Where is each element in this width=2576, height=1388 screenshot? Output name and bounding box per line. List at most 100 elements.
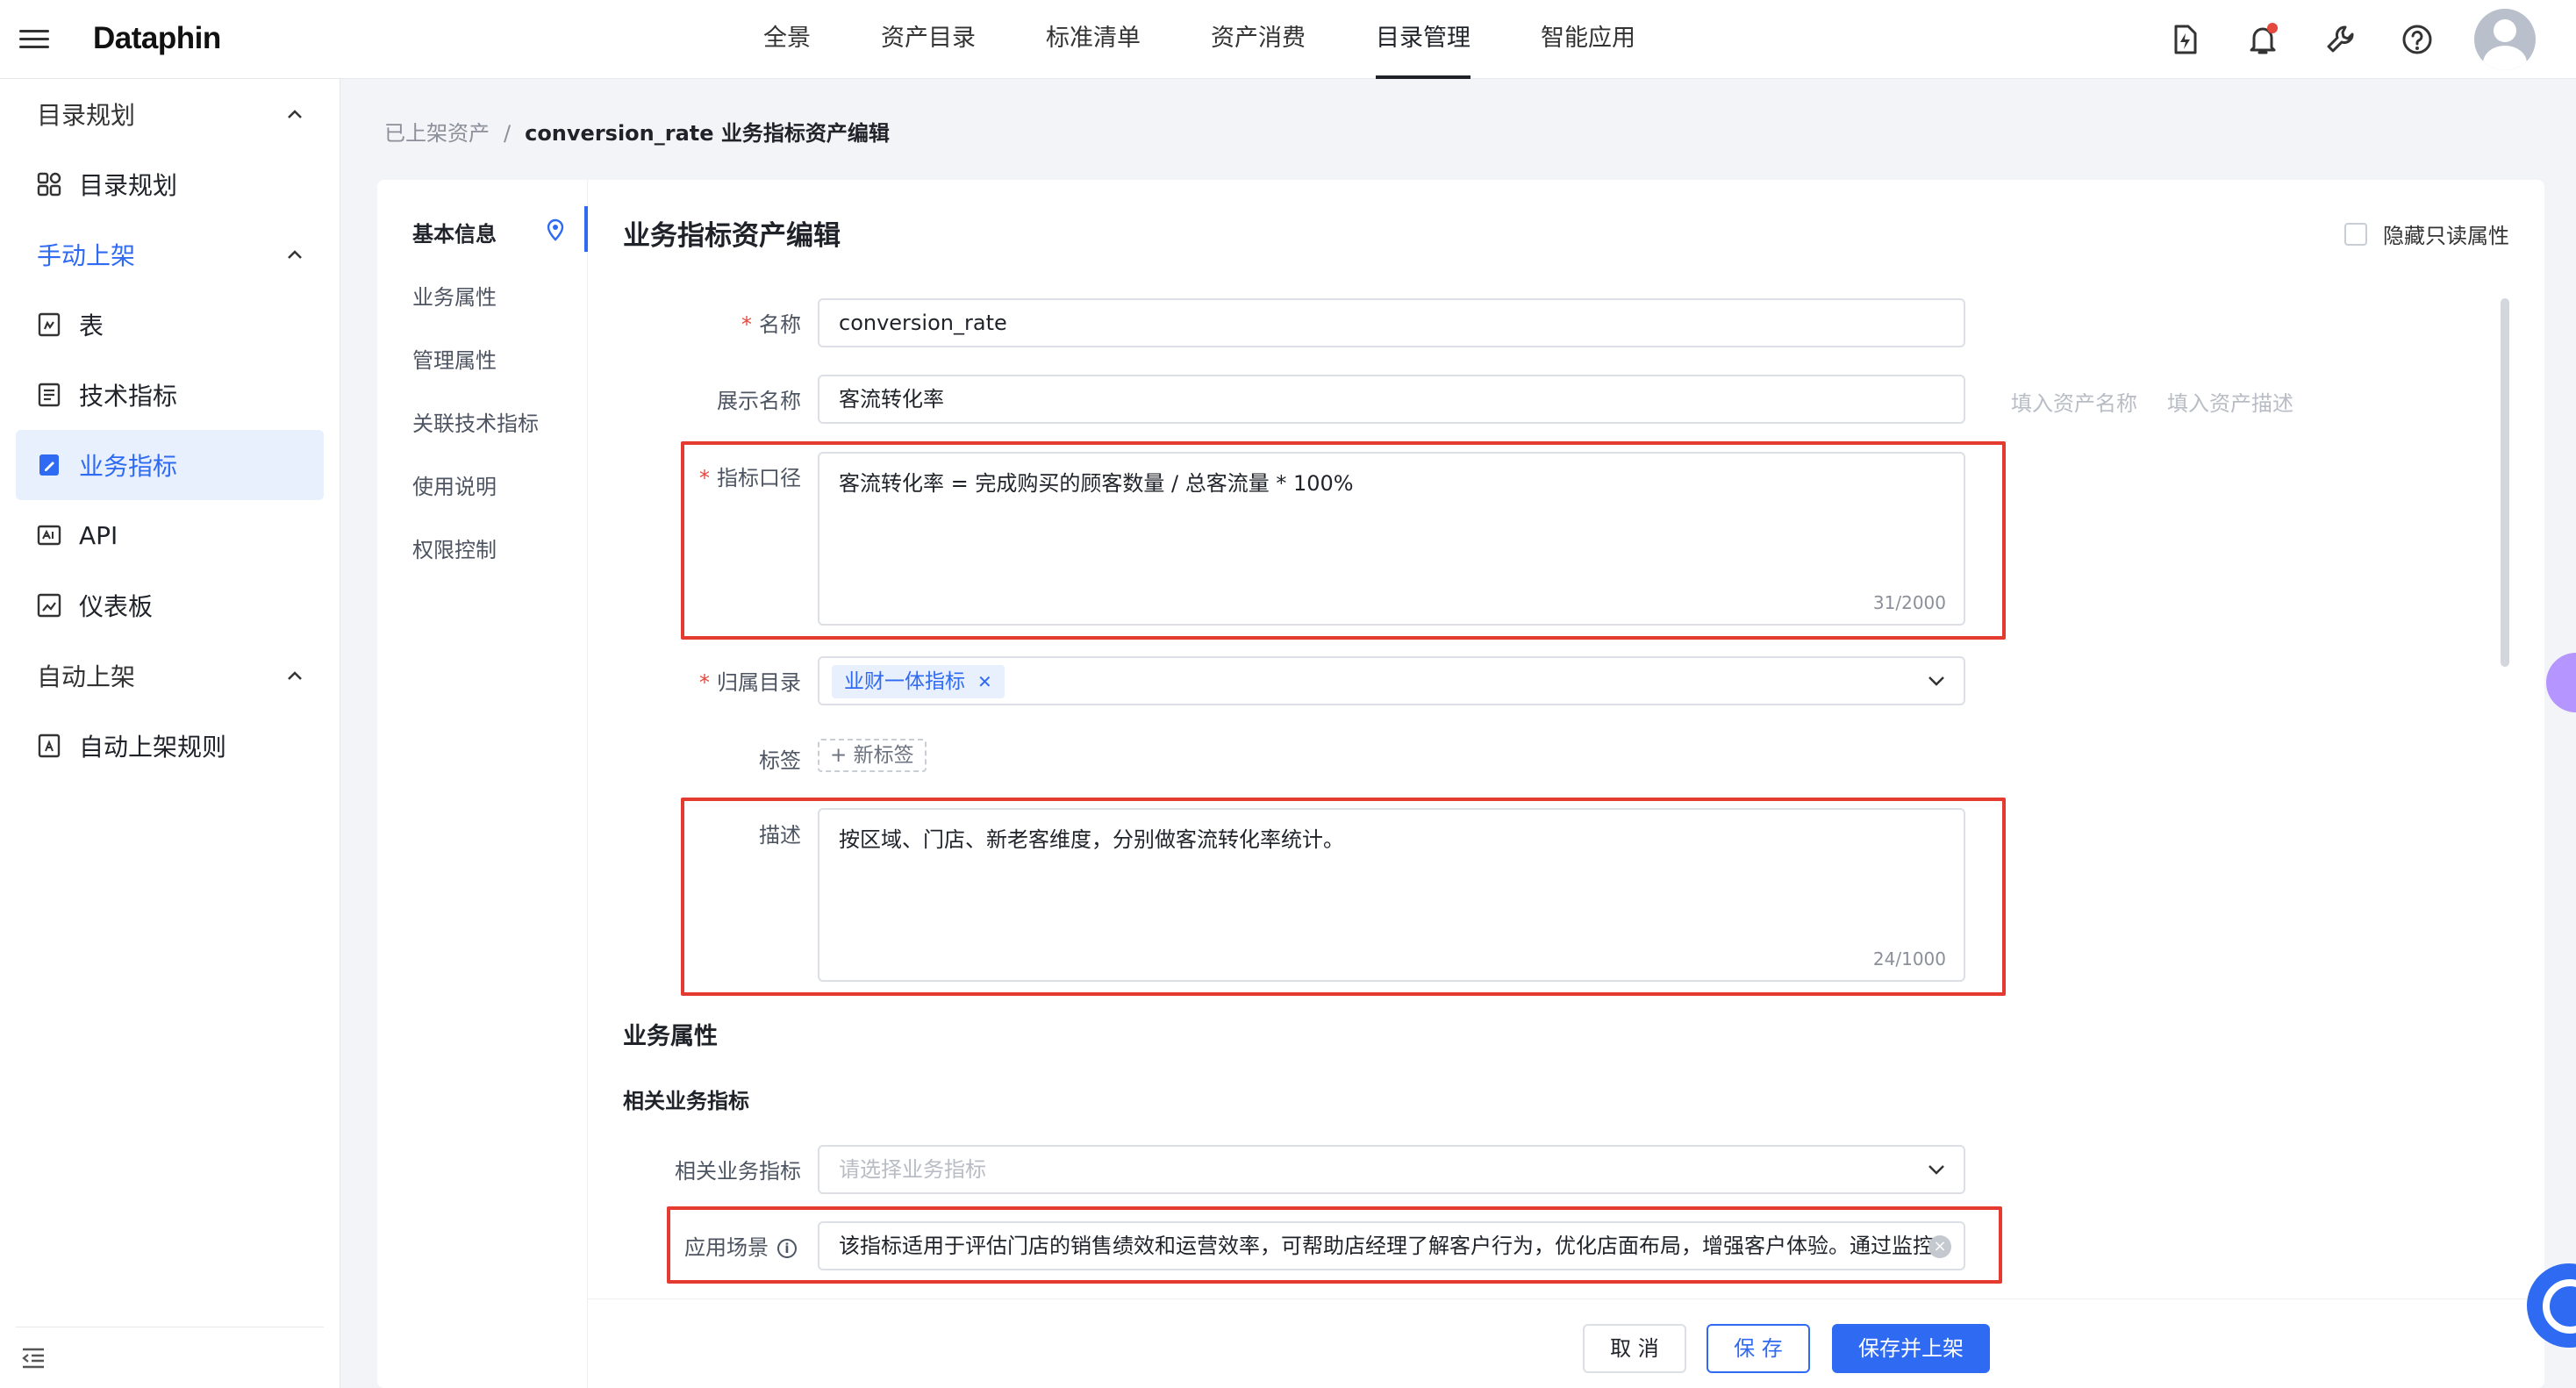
- sidebar-item-label: 自动上架规则: [79, 733, 227, 762]
- sidebar-item-label: API: [79, 520, 118, 550]
- scene-input[interactable]: 该指标适用于评估门店的销售绩效和运营效率，可帮助店经理了解客户行为，优化店面布局…: [818, 1221, 1965, 1270]
- app-logo[interactable]: Dataphin: [93, 21, 221, 56]
- hide-readonly-checkbox[interactable]: [2344, 222, 2367, 246]
- nav-asset-consume[interactable]: 资产消费: [1211, 0, 1306, 79]
- caliber-char-count: 31/2000: [1872, 592, 1946, 613]
- desc-label: 描述: [759, 823, 801, 848]
- page-title: 业务指标资产编辑: [623, 220, 841, 252]
- display-name-input[interactable]: 客流转化率: [818, 375, 1965, 424]
- caliber-textarea[interactable]: 客流转化率 = 完成购买的顾客数量 / 总客流量 * 100% 31/2000: [818, 452, 1965, 626]
- sidebar-item-dashboard[interactable]: 仪表板: [16, 570, 324, 640]
- sidebar-item-label: 目录规划: [79, 171, 178, 200]
- api-icon: [37, 525, 61, 546]
- sidebar-item-auto-rule[interactable]: 自动上架规则: [16, 711, 324, 781]
- chevron-down-icon[interactable]: [1927, 1163, 1946, 1177]
- sidebar-group-label: 自动上架: [37, 662, 136, 691]
- nav-catalog-manage[interactable]: 目录管理: [1376, 0, 1470, 79]
- save-button[interactable]: 保 存: [1707, 1324, 1810, 1373]
- related-metrics-label: 相关业务指标: [675, 1159, 801, 1184]
- save-and-publish-button[interactable]: 保存并上架: [1832, 1324, 1990, 1373]
- breadcrumb-parent[interactable]: 已上架资产: [384, 121, 490, 146]
- info-icon[interactable]: i: [777, 1239, 797, 1258]
- caliber-value: 客流转化率 = 完成购买的顾客数量 / 总客流量 * 100%: [839, 471, 1354, 496]
- name-input[interactable]: conversion_rate: [818, 298, 1965, 347]
- caliber-label: * 指标口径: [699, 466, 801, 490]
- chevron-up-icon: [288, 250, 302, 259]
- anchor-permission[interactable]: 权限控制: [412, 533, 497, 563]
- catalog-select[interactable]: 业财一体指标 ✕: [818, 656, 1965, 705]
- chevron-up-icon: [288, 110, 302, 118]
- sidebar-item-label: 表: [79, 311, 104, 340]
- nav-standard-list[interactable]: 标准清单: [1046, 0, 1141, 79]
- catalog-label: * 归属目录: [699, 670, 801, 695]
- new-tag-button[interactable]: + 新标签: [818, 739, 927, 772]
- sidebar-item-table[interactable]: 表: [16, 290, 324, 360]
- display-name-label: 展示名称: [717, 389, 801, 413]
- dashboard-icon: [37, 593, 61, 618]
- sidebar-item-label: 技术指标: [79, 382, 178, 411]
- wrench-icon[interactable]: [2322, 21, 2358, 58]
- user-avatar[interactable]: [2474, 9, 2536, 70]
- remove-tag-icon[interactable]: ✕: [977, 671, 992, 692]
- edit-doc-icon: [39, 454, 59, 476]
- desc-char-count: 24/1000: [1872, 948, 1946, 969]
- form-footer: 取 消 保 存 保存并上架: [588, 1299, 2544, 1388]
- breadcrumb-current: conversion_rate 业务指标资产编辑: [525, 121, 890, 146]
- scrollbar[interactable]: [2501, 298, 2509, 667]
- sub-related-metrics: 相关业务指标: [623, 1089, 749, 1113]
- top-nav: 全景 资产目录 标准清单 资产消费 目录管理 智能应用: [763, 0, 1706, 79]
- scene-label: 应用场景 i: [584, 1230, 797, 1261]
- location-pin-icon: [547, 218, 564, 241]
- anchor-related-tech[interactable]: 关联技术指标: [412, 406, 539, 437]
- sidebar-group-auto-publish[interactable]: 自动上架: [0, 640, 340, 711]
- bell-icon[interactable]: [2244, 21, 2281, 58]
- nav-overview[interactable]: 全景: [763, 0, 811, 79]
- sidebar-item-biz-metric[interactable]: 业务指标: [16, 430, 324, 500]
- required-mark: *: [741, 312, 752, 337]
- help-icon[interactable]: [2399, 21, 2436, 58]
- chevron-up-icon: [288, 671, 302, 680]
- collapse-sidebar-icon[interactable]: [21, 1347, 46, 1370]
- cancel-button[interactable]: 取 消: [1583, 1324, 1686, 1373]
- anchor-basic-info[interactable]: 基本信息: [412, 217, 497, 247]
- hint-asset-name[interactable]: 填入资产名称: [2011, 386, 2137, 417]
- clear-icon[interactable]: ×: [1928, 1235, 1951, 1258]
- desc-value: 按区域、门店、新老客维度，分别做客流转化率统计。: [839, 827, 1344, 852]
- sidebar-group-manual-publish[interactable]: 手动上架: [0, 219, 340, 290]
- section-biz-attr: 业务属性: [623, 1023, 718, 1050]
- sidebar-group-catalog-plan[interactable]: 目录规划: [0, 79, 340, 149]
- doc-icon: [38, 383, 61, 407]
- sidebar-item-tech-metric[interactable]: 技术指标: [16, 360, 324, 430]
- nav-asset-catalog[interactable]: 资产目录: [881, 0, 976, 79]
- grid-icon: [37, 172, 61, 197]
- menu-icon[interactable]: [19, 25, 49, 54]
- flash-doc-icon[interactable]: [2165, 21, 2202, 58]
- desc-textarea[interactable]: 按区域、门店、新老客维度，分别做客流转化率统计。 24/1000: [818, 808, 1965, 982]
- rule-doc-icon: [38, 733, 61, 758]
- related-metrics-select[interactable]: 请选择业务指标: [818, 1145, 1965, 1194]
- name-label: * 名称: [741, 312, 801, 337]
- breadcrumb: 已上架资产 / conversion_rate 业务指标资产编辑: [384, 116, 890, 147]
- anchor-usage[interactable]: 使用说明: [412, 469, 497, 500]
- top-bar: Dataphin 全景 资产目录 标准清单 资产消费 目录管理 智能应用: [0, 0, 2576, 79]
- hint-asset-desc[interactable]: 填入资产描述: [2167, 386, 2293, 417]
- edit-card: 基本信息 业务属性 管理属性 关联技术指标 使用说明 权限控制 业务指标资产编辑…: [377, 180, 2544, 1388]
- anchor-biz-attr[interactable]: 业务属性: [412, 280, 497, 311]
- chevron-down-icon[interactable]: [1927, 674, 1946, 688]
- sidebar-group-label: 目录规划: [37, 101, 136, 130]
- anchor-nav: 基本信息 业务属性 管理属性 关联技术指标 使用说明 权限控制: [377, 180, 588, 1388]
- related-metrics-placeholder: 请选择业务指标: [839, 1157, 986, 1182]
- sidebar-item-label: 仪表板: [79, 592, 154, 621]
- sidebar-item-api[interactable]: API: [16, 500, 324, 570]
- hide-readonly-toggle[interactable]: 隐藏只读属性: [2344, 218, 2509, 249]
- sidebar-group-label: 手动上架: [37, 241, 136, 270]
- scene-value: 该指标适用于评估门店的销售绩效和运营效率，可帮助店经理了解客户行为，优化店面布局…: [839, 1234, 1934, 1258]
- sidebar-item-catalog-plan[interactable]: 目录规划: [16, 149, 324, 219]
- nav-smart-app[interactable]: 智能应用: [1541, 0, 1635, 79]
- table-doc-icon: [38, 312, 61, 337]
- anchor-mgmt-attr[interactable]: 管理属性: [412, 343, 497, 374]
- sidebar: 目录规划 目录规划 手动上架 表 技术指标 业务指标 API 仪表板 自动上架 …: [0, 79, 340, 1388]
- ai-assistant-float-button[interactable]: [2546, 653, 2576, 712]
- sidebar-footer: [16, 1327, 324, 1388]
- tags-label: 标签: [759, 748, 801, 773]
